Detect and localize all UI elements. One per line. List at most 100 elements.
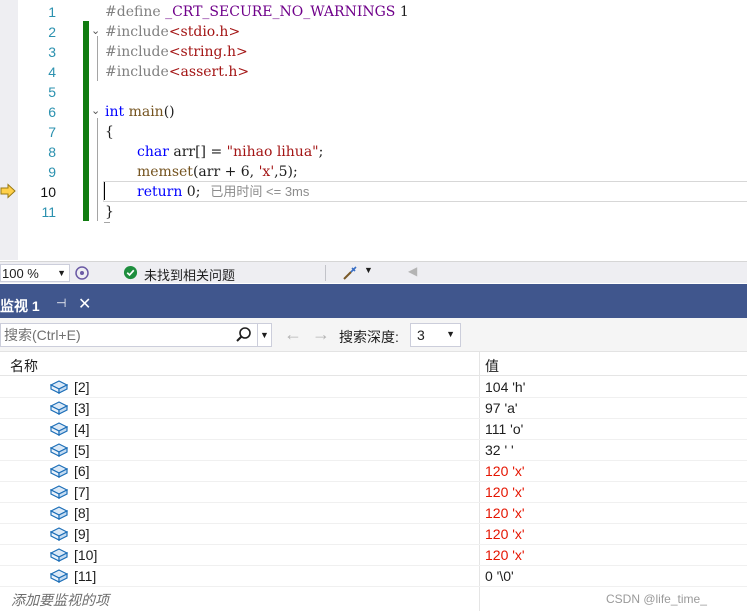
copilot-icon[interactable] [74,265,90,281]
chevron-down-icon: ▼ [57,268,66,278]
search-depth-dropdown[interactable]: 3 ▼ [410,323,461,347]
grid-header: 名称 值 [0,352,747,376]
search-depth-value: 3 [417,327,425,343]
watch-item-name: [9] [74,526,90,542]
zoom-dropdown[interactable]: 100 % ▼ [0,264,70,282]
field-icon [49,526,69,542]
collapse-icon[interactable]: ⌄ [91,25,103,37]
watch-item-value[interactable]: 120 'x' [485,526,525,542]
watch-row[interactable]: [9] 120 'x' [0,524,747,545]
column-header-name[interactable]: 名称 [10,356,38,376]
line-number: 2 [48,24,56,40]
watch-item-value[interactable]: 111 'o' [485,421,523,437]
line-number: 9 [48,164,56,180]
watch-row[interactable]: [3] 97 'a' [0,398,747,419]
line-number: 3 [48,44,56,60]
chevron-down-icon[interactable]: ▼ [257,324,271,346]
watch-row[interactable]: [11] 0 '\0' [0,566,747,587]
include-path: <stdio.h> [168,24,241,40]
code-line[interactable]: 6 ⌄ int main() [0,102,747,122]
code-line[interactable]: 4 #include<assert.h> [0,62,747,82]
macro-name: _CRT_SECURE_NO_WARNINGS [165,4,396,20]
zoom-value: 100 % [2,266,39,281]
watch-item-name: [5] [74,442,90,458]
field-icon [49,463,69,479]
watch-item-name: [3] [74,400,90,416]
field-icon [49,421,69,437]
add-watch-item[interactable]: 添加要监视的项 [11,590,109,610]
watch-row[interactable]: [7] 120 'x' [0,482,747,503]
code-line[interactable]: 11 } [0,202,747,222]
code-line[interactable]: 9 memset(arr + 6, 'x',5); [0,162,747,182]
call-arguments: ,5); [274,164,298,180]
char-keyword: char [137,144,169,160]
issues-status[interactable]: 未找到相关问题 [144,265,235,284]
arrow-left-icon[interactable]: ← [284,325,302,343]
watermark: CSDN @life_time_ [606,592,707,606]
return-value: 0; [182,184,201,200]
watch-item-name: [7] [74,484,90,500]
code-line[interactable]: 8 char arr[] = "nihao lihua"; [0,142,747,162]
watch-item-value[interactable]: 120 'x' [485,547,525,563]
close-brace: } [105,204,114,220]
line-number: 8 [48,144,56,160]
watch-item-name: [4] [74,421,90,437]
code-line[interactable]: 7 { [0,122,747,142]
watch-item-value[interactable]: 120 'x' [485,505,525,521]
field-icon [49,568,69,584]
field-icon [49,442,69,458]
watch-item-value[interactable]: 104 'h' [485,379,525,395]
watch-row[interactable]: [5] 32 ' ' [0,440,747,461]
return-keyword: return [137,184,183,200]
arrow-right-icon[interactable]: → [312,325,330,343]
code-line[interactable]: 2 ⌄ #include<stdio.h> [0,22,747,42]
field-icon [49,379,69,395]
perf-tip[interactable]: 已用时间 <= 3ms [210,184,309,199]
code-line[interactable]: 1 #define _CRT_SECURE_NO_WARNINGS 1 [0,2,747,22]
scroll-left-icon[interactable]: ◀ [408,264,417,278]
include-path: <assert.h> [168,64,250,80]
code-line[interactable]: 10 return 0; 已用时间 <= 3ms [0,182,747,202]
watch-item-value[interactable]: 32 ' ' [485,442,514,458]
watch-row[interactable]: [8] 120 'x' [0,503,747,524]
watch-item-value[interactable]: 0 '\0' [485,568,514,584]
column-header-value[interactable]: 值 [485,356,499,376]
watch-row[interactable]: [2] 104 'h' [0,377,747,398]
watch-item-value[interactable]: 120 'x' [485,484,525,500]
watch-item-name: [2] [74,379,90,395]
code-editor[interactable]: 1 #define _CRT_SECURE_NO_WARNINGS 1 2 ⌄ … [0,0,747,260]
define-keyword: #define [105,4,161,20]
watch-item-name: [8] [74,505,90,521]
pin-icon[interactable]: ⊣ [56,296,66,310]
open-brace: { [105,124,114,140]
code-line[interactable]: 3 #include<string.h> [0,42,747,62]
watch-row[interactable]: [10] 120 'x' [0,545,747,566]
function-name: memset [137,164,193,180]
outline-guide [104,222,110,223]
int-keyword: int [105,104,125,120]
include-keyword: #include [105,44,169,60]
search-input[interactable] [4,326,232,344]
line-number: 7 [48,124,56,140]
watch-item-value[interactable]: 120 'x' [485,463,525,479]
watch-window-titlebar: 监视 1 ⊣ ✕ [0,284,747,318]
code-cleanup-icon[interactable] [342,265,358,281]
string-literal: "nihao lihua" [226,144,319,160]
editor-status-bar: 100 % ▼ 未找到相关问题 ▼ ◀ [0,261,747,283]
collapse-icon[interactable]: ⌄ [91,105,103,117]
watch-item-value[interactable]: 97 'a' [485,400,518,416]
include-keyword: #include [105,24,169,40]
watch-row[interactable]: [4] 111 'o' [0,419,747,440]
watch-row[interactable]: [6] 120 'x' [0,461,747,482]
chevron-down-icon: ▼ [446,329,455,339]
include-path: <string.h> [168,44,248,60]
field-icon [49,505,69,521]
watch-search[interactable]: ▼ [0,323,272,347]
search-icon[interactable] [233,324,255,346]
watch-item-name: [6] [74,463,90,479]
chevron-down-icon[interactable]: ▼ [364,265,373,275]
close-icon[interactable]: ✕ [78,294,91,314]
code-line[interactable]: 5 [0,82,747,102]
watch-tab-title[interactable]: 监视 1 [0,296,40,316]
array-declaration: arr[] = [168,144,227,160]
